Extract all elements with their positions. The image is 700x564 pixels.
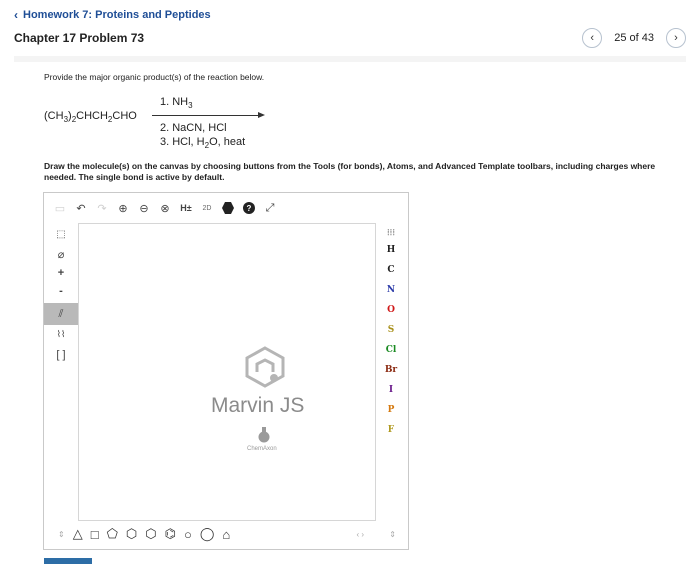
reaction-arrow-head xyxy=(258,112,265,118)
atom-button-h[interactable]: H xyxy=(374,245,408,255)
advanced-template-icon[interactable]: ⌂ xyxy=(222,527,230,542)
question-pager: ‹ 25 of 43 › xyxy=(582,28,686,48)
positive-charge-button[interactable]: + xyxy=(44,267,78,279)
clear-canvas-icon[interactable]: ⊗ xyxy=(159,200,171,216)
atom-button-c[interactable]: C xyxy=(374,265,408,275)
atom-button-f[interactable]: F xyxy=(374,425,408,435)
benzene-template-icon[interactable]: ⌬ xyxy=(165,526,176,542)
next-question-button[interactable]: › xyxy=(666,28,686,48)
flask-icon xyxy=(258,427,270,443)
assignment-title: Homework 7: Proteins and Peptides xyxy=(23,9,211,21)
chain-icon[interactable]: ⌇⌇ xyxy=(44,329,78,340)
hydrogens-button[interactable]: H± xyxy=(180,200,192,216)
problem-title: Chapter 17 Problem 73 xyxy=(14,31,145,45)
reagent-step-1: 1. NH3 xyxy=(160,96,193,111)
undo-icon[interactable]: ↶ xyxy=(75,200,87,216)
chevron-left-icon: ‹ xyxy=(14,8,18,22)
header-divider xyxy=(14,56,686,62)
scroll-arrows-icon[interactable]: ‹ › xyxy=(356,530,364,539)
cyclopentane-template-icon[interactable]: ⬠ xyxy=(107,526,118,542)
clean-2d-button[interactable]: 2D xyxy=(201,200,213,216)
submit-button[interactable] xyxy=(44,558,92,564)
periodic-table-icon[interactable]: ⁞⁞⁞ xyxy=(374,227,408,237)
chemaxon-label: ChemAxon xyxy=(247,446,277,452)
help-icon[interactable]: ? xyxy=(243,202,255,214)
cyclononane-template-icon[interactable]: ◯ xyxy=(200,526,215,542)
template-toolbar: ⇕ △ □ ⬠ ⬡ ⬡ ⌬ ○ ◯ ⌂ ‹ › ⇕ xyxy=(44,519,408,549)
zoom-in-icon[interactable]: ⊕ xyxy=(117,200,129,216)
atom-button-p[interactable]: P xyxy=(374,405,408,415)
reagent-step-2: 2. NaCN, HCl xyxy=(160,122,227,134)
fullscreen-icon[interactable]: ⤢ xyxy=(264,200,276,216)
scroll-updown-icon[interactable]: ⇕ xyxy=(58,530,65,539)
top-toolbar: ▭ ↶ ↷ ⊕ ⊖ ⊗ H± 2D ? ⤢ xyxy=(44,193,408,223)
cyclooctane-template-icon[interactable]: ○ xyxy=(184,527,192,542)
redo-icon[interactable]: ↷ xyxy=(96,200,108,216)
back-to-assignment-link[interactable]: ‹ Homework 7: Proteins and Peptides xyxy=(14,8,211,22)
eraser-icon[interactable]: ⌀ xyxy=(44,248,78,261)
bracket-icon[interactable]: [ ] xyxy=(44,349,78,361)
cycloheptane-template-icon[interactable]: ⬡ xyxy=(145,526,156,542)
atom-button-i[interactable]: I xyxy=(374,385,408,395)
atoms-toolbar: ⁞⁞⁞ H C N O S Cl Br I P F xyxy=(374,223,408,521)
reaction-arrow xyxy=(152,115,260,116)
zoom-out-icon[interactable]: ⊖ xyxy=(138,200,150,216)
marvin-logo-icon xyxy=(245,346,285,388)
selection-icon[interactable]: ⬚ xyxy=(44,229,78,240)
drawing-canvas[interactable]: Marvin JS ChemAxon xyxy=(78,223,376,521)
single-bond-icon[interactable]: ⫽ xyxy=(44,303,78,325)
settings-icon[interactable] xyxy=(222,202,234,214)
atom-button-cl[interactable]: Cl xyxy=(374,345,408,355)
cyclobutane-template-icon[interactable]: □ xyxy=(91,527,99,542)
new-document-icon[interactable]: ▭ xyxy=(54,200,66,216)
atom-button-br[interactable]: Br xyxy=(374,365,408,375)
drawing-instructions: Draw the molecule(s) on the canvas by ch… xyxy=(44,161,656,182)
atom-button-s[interactable]: S xyxy=(374,325,408,335)
scroll-updown-right-icon[interactable]: ⇕ xyxy=(389,530,396,539)
atom-button-n[interactable]: N xyxy=(374,285,408,295)
cyclopropane-template-icon[interactable]: △ xyxy=(73,526,83,542)
marvin-logo-text: Marvin JS xyxy=(211,394,305,417)
negative-charge-button[interactable]: - xyxy=(44,285,78,297)
atom-button-o[interactable]: O xyxy=(374,305,408,315)
marvin-editor: ▭ ↶ ↷ ⊕ ⊖ ⊗ H± 2D ? ⤢ ⬚ ⌀ + - ⫽ ⌇⌇ [ ] M… xyxy=(43,192,409,550)
cyclohexane-template-icon[interactable]: ⬡ xyxy=(126,526,137,542)
reagent-step-3: 3. HCl, H2O, heat xyxy=(160,136,246,151)
previous-question-button[interactable]: ‹ xyxy=(582,28,603,48)
question-prompt: Provide the major organic product(s) of … xyxy=(44,72,265,82)
left-toolbar: ⬚ ⌀ + - ⫽ ⌇⌇ [ ] xyxy=(44,223,78,521)
reactant-formula: (CH3)2CHCH2CHO xyxy=(44,110,137,125)
question-count: 25 of 43 xyxy=(614,32,654,44)
